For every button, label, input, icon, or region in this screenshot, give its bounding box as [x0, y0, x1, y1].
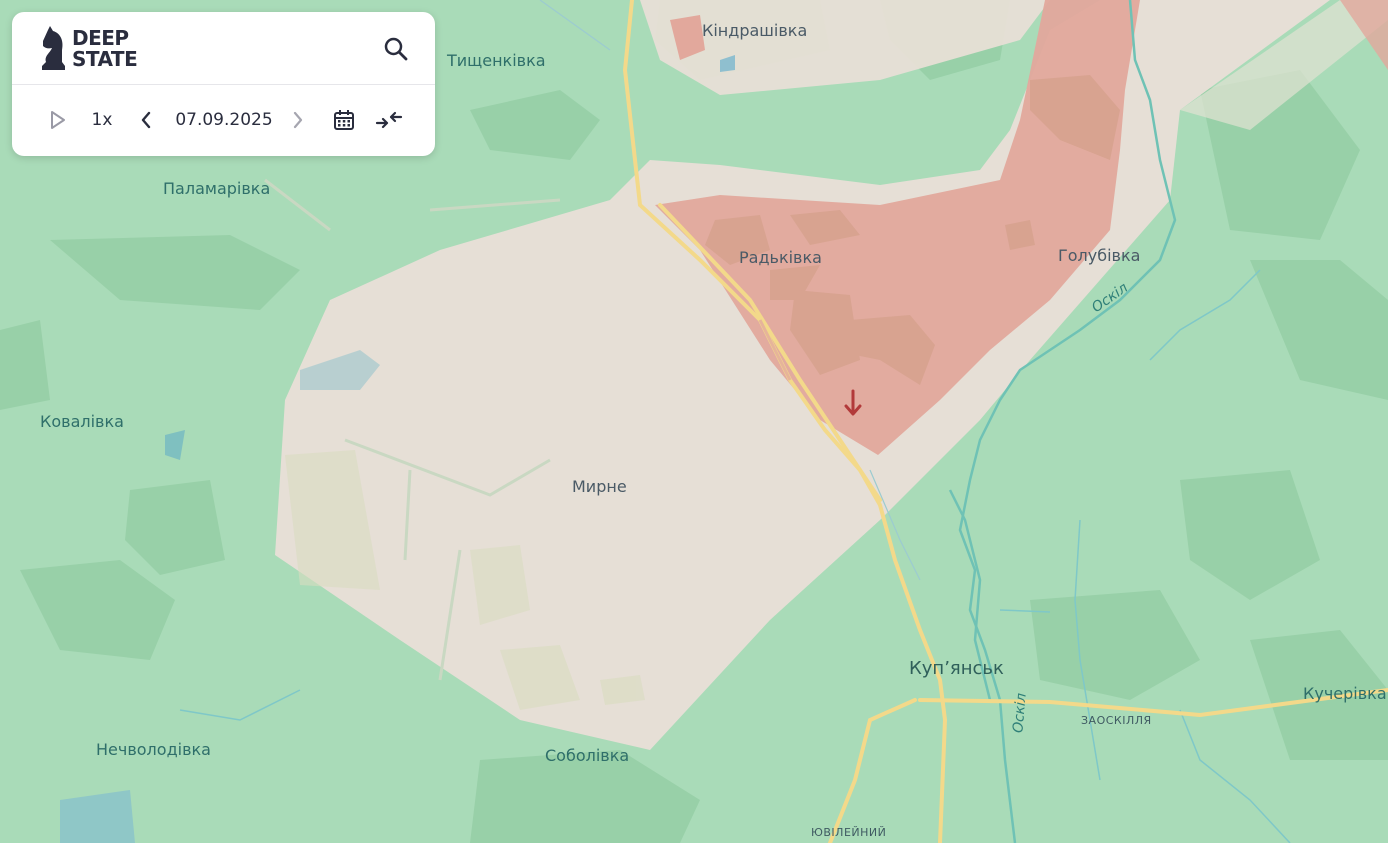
control-panel: DEEP STATE 1x 07.09.2025	[12, 12, 435, 156]
panel-header: DEEP STATE	[12, 12, 435, 85]
place-nechvolodivka: Нечволодівка	[96, 740, 211, 759]
logo-text: DEEP STATE	[72, 26, 138, 71]
place-kovalivka: Ковалівка	[40, 412, 124, 431]
knight-logo-icon	[42, 26, 65, 70]
play-button[interactable]	[48, 107, 68, 133]
current-date: 07.09.2025	[175, 110, 273, 130]
place-radkivka: Радьківка	[739, 248, 822, 267]
place-zaoskillia: ЗАОСКІЛЛЯ	[1081, 714, 1152, 727]
place-tyshchenkivka: Тищенківка	[447, 51, 546, 70]
search-button[interactable]	[383, 36, 409, 62]
place-sobolivka: Соболівка	[545, 746, 630, 765]
logo-line-2: STATE	[72, 47, 138, 71]
play-icon	[51, 111, 65, 129]
place-myrne: Мирне	[572, 477, 627, 496]
place-palamarivka: Паламарівка	[163, 179, 271, 198]
deepstate-logo[interactable]: DEEP STATE	[40, 26, 138, 72]
place-holubivka: Голубівка	[1058, 246, 1141, 265]
chevron-left-icon	[141, 111, 151, 129]
next-date-button[interactable]	[288, 107, 308, 133]
prev-date-button[interactable]	[136, 107, 156, 133]
place-yuvileinyi: ЮВІЛЕЙНИЙ	[811, 826, 887, 839]
search-icon	[384, 37, 408, 61]
calendar-icon	[334, 110, 354, 130]
place-kindrashivka: Кіндрашівка	[702, 21, 808, 40]
compare-arrows-icon	[375, 111, 403, 129]
compare-button[interactable]	[374, 107, 404, 133]
logo-line-1: DEEP	[72, 26, 129, 50]
chevron-right-icon	[293, 111, 303, 129]
timeline-controls: 1x 07.09.2025	[12, 85, 435, 157]
date-display[interactable]: 07.09.2025	[172, 107, 276, 133]
speed-label: 1x	[91, 110, 113, 130]
place-kupiansk: Куп’янськ	[909, 658, 1004, 679]
place-kucherivka: Кучерівка	[1303, 684, 1387, 703]
calendar-button[interactable]	[332, 107, 356, 133]
speed-button[interactable]: 1x	[88, 107, 116, 133]
